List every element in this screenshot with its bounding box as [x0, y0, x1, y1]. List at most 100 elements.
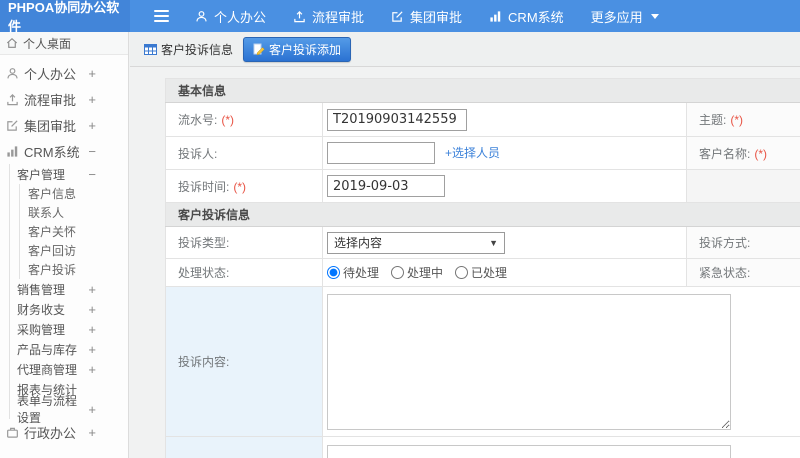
sidebar-item-personal-desktop[interactable]: 个人桌面: [0, 32, 128, 55]
complainant-input[interactable]: [327, 142, 435, 164]
menu-toggle-icon[interactable]: [154, 10, 169, 22]
required-marker: (*): [730, 113, 744, 127]
collapse-icon[interactable]: −: [88, 167, 96, 182]
radio-label: 处理中: [407, 266, 444, 280]
select-caret-icon: ▼: [489, 237, 498, 248]
expand-icon[interactable]: +: [88, 342, 96, 357]
sidebar-item-workflow-approval[interactable]: 流程审批 +: [0, 86, 128, 112]
expand-icon[interactable]: +: [88, 118, 96, 133]
nav-item-workflow-approval[interactable]: 流程审批: [293, 7, 364, 26]
sidebar-item-label: 客户信息: [28, 187, 77, 201]
sidebar-item-customer-complaint[interactable]: 客户投诉: [20, 260, 128, 279]
flow-icon: [294, 10, 305, 22]
sidebar-item-sales-management[interactable]: 销售管理 +: [10, 279, 128, 299]
field-label: 投诉方式:: [699, 236, 751, 250]
tab-complaint-list[interactable]: 客户投诉信息: [144, 41, 233, 58]
top-nav: 个人办公 流程审批 集团审批 CRM系统 更多应用: [195, 7, 659, 26]
sidebar-item-purchasing[interactable]: 采购管理 +: [10, 319, 128, 339]
sidebar-item-personal-office[interactable]: 个人办公 +: [0, 60, 128, 86]
sidebar-item-agent-management[interactable]: 代理商管理 +: [10, 359, 128, 379]
sidebar-item-group-approval[interactable]: 集团审批 +: [0, 112, 128, 138]
expand-icon[interactable]: +: [88, 282, 96, 297]
person-icon: [7, 67, 18, 78]
sidebar-item-label: 客户投诉: [28, 263, 77, 277]
field-label: 主题:: [699, 113, 727, 127]
crm-submenu: 客户管理 − 客户信息 联系人 客户关怀 客户回访 客户投诉 销售管理 + 财务…: [9, 164, 128, 425]
table-icon: [144, 43, 157, 55]
sidebar-item-label: CRM系统: [24, 144, 80, 160]
sidebar-item-form-workflow-settings[interactable]: 表单与流程设置 +: [10, 394, 128, 425]
expand-icon[interactable]: +: [88, 362, 96, 377]
sidebar-item-finance[interactable]: 财务收支 +: [10, 299, 128, 319]
tab-complaint-add[interactable]: 客户投诉添加: [243, 36, 352, 62]
field-label: 投诉类型:: [178, 236, 230, 250]
home-icon: [6, 37, 18, 48]
status-radio-done[interactable]: 已处理: [455, 264, 507, 281]
field-label: 流水号:: [178, 113, 218, 127]
collapse-icon[interactable]: −: [88, 144, 96, 159]
sidebar-item-contacts[interactable]: 联系人: [20, 203, 128, 222]
complainant-label-cell: 投诉人:: [165, 136, 323, 170]
nav-item-crm-system[interactable]: CRM系统: [489, 7, 564, 26]
complaint-type-field-cell: 选择内容 ▼: [322, 226, 687, 259]
sidebar-item-label: 联系人: [28, 206, 65, 220]
complaint-method-label-cell: 投诉方式:: [686, 226, 800, 259]
expand-icon[interactable]: +: [88, 322, 96, 337]
complaint-type-select[interactable]: 选择内容 ▼: [327, 231, 505, 254]
nav-item-personal-office[interactable]: 个人办公: [195, 7, 266, 26]
nav-label: 流程审批: [312, 9, 365, 25]
complaint-content-textarea[interactable]: [327, 293, 731, 430]
serial-number-label-cell: 流水号: (*): [165, 102, 323, 137]
status-radio-group: 待处理 处理中 已处理: [327, 264, 686, 281]
expand-icon[interactable]: +: [88, 425, 96, 440]
complaint-time-label-cell: 投诉时间: (*): [165, 169, 323, 203]
status-radio-processing[interactable]: 处理中: [391, 264, 443, 281]
sidebar-item-label: 集团审批: [24, 118, 77, 134]
tab-label: 客户投诉添加: [269, 42, 342, 57]
compose-icon: [7, 119, 18, 131]
tab-label: 客户投诉信息: [161, 42, 234, 57]
chart-icon: [7, 145, 18, 157]
sidebar-item-label: 采购管理: [17, 322, 66, 337]
status-radio-pending[interactable]: 待处理: [327, 264, 379, 281]
complaint-content-field-cell: [321, 286, 800, 437]
radio-done[interactable]: [455, 266, 469, 279]
field-label: 处理状态:: [178, 266, 230, 280]
section-header-complaint-info: 客户投诉信息: [164, 202, 800, 227]
radio-label: 已处理: [471, 266, 508, 280]
sidebar-item-crm-system[interactable]: CRM系统 −: [0, 138, 128, 164]
flow-icon: [7, 93, 18, 105]
sidebar-item-products-inventory[interactable]: 产品与库存 +: [10, 339, 128, 359]
field-label: 紧急状态:: [699, 266, 751, 280]
nav-item-group-approval[interactable]: 集团审批: [391, 7, 462, 26]
expand-icon[interactable]: +: [88, 66, 96, 81]
expand-icon[interactable]: +: [88, 92, 96, 107]
expand-icon[interactable]: +: [88, 402, 96, 417]
radio-processing[interactable]: [391, 266, 405, 279]
sidebar-item-label: 个人办公: [24, 66, 77, 82]
select-person-link[interactable]: +选择人员: [445, 146, 500, 160]
compose-icon: [392, 10, 403, 22]
empty-cell: [686, 169, 800, 203]
sidebar-item-customer-management[interactable]: 客户管理 −: [10, 164, 128, 184]
radio-label: 待处理: [343, 266, 380, 280]
sidebar-item-customer-callback[interactable]: 客户回访: [20, 241, 128, 260]
sidebar-item-customer-care[interactable]: 客户关怀: [20, 222, 128, 241]
field-label: 客户名称:: [699, 146, 751, 161]
expand-icon[interactable]: +: [88, 302, 96, 317]
sidebar-item-label: 客户关怀: [28, 225, 77, 239]
tab-strip: 客户投诉信息 客户投诉添加: [130, 32, 800, 67]
status-field-cell: 待处理 处理中 已处理: [322, 258, 687, 287]
extra-textarea[interactable]: [327, 445, 731, 458]
sidebar-item-admin-office[interactable]: 行政办公 +: [0, 419, 128, 445]
sidebar-item-label: 销售管理: [17, 282, 66, 297]
urgency-label-cell: 紧急状态:: [686, 258, 800, 287]
radio-pending[interactable]: [327, 266, 340, 279]
complaint-time-input[interactable]: [327, 175, 445, 197]
serial-number-input[interactable]: [327, 108, 467, 131]
nav-item-more-apps[interactable]: 更多应用: [591, 7, 659, 26]
extra-field-cell: [321, 436, 800, 458]
sidebar-item-customer-info[interactable]: 客户信息: [20, 184, 128, 203]
complaint-content-label-cell: 投诉内容:: [165, 286, 323, 437]
person-icon: [196, 10, 207, 21]
